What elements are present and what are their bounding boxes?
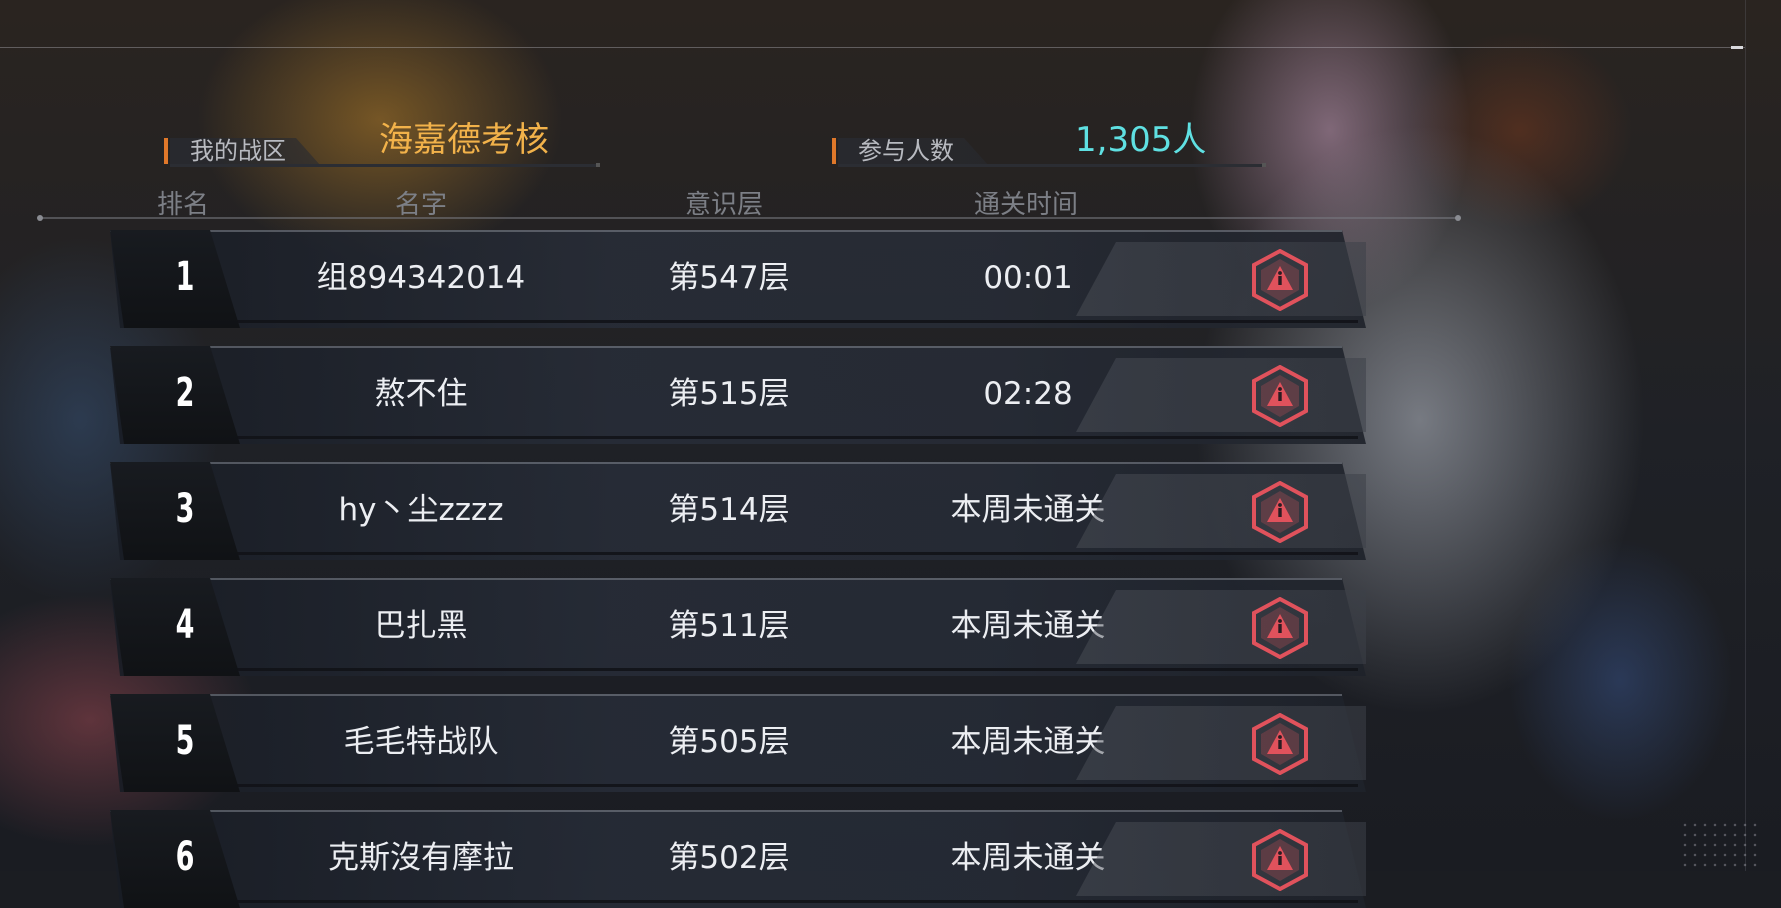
- row-top-rim: [110, 694, 1342, 696]
- clear-time: 本周未通关: [950, 840, 1106, 876]
- zone-info: 我的战区 海嘉德考核: [164, 120, 604, 167]
- rank-number: 3: [175, 486, 195, 532]
- zone-dot: [596, 163, 600, 167]
- clear-time: 02:28: [983, 376, 1073, 412]
- table-row[interactable]: 5 毛毛特战队 第505层 本周未通关: [110, 694, 1366, 792]
- player-name: 克斯沒有摩拉: [328, 840, 514, 876]
- row-plate: [1076, 822, 1366, 896]
- rank-number: 6: [175, 834, 195, 880]
- row-bottom-rim: [218, 900, 1358, 903]
- layer-value: 第511层: [668, 608, 790, 644]
- rank-number: 4: [175, 602, 195, 648]
- report-icon[interactable]: [1250, 712, 1310, 776]
- row-top-rim: [110, 346, 1342, 348]
- layer-value: 第502层: [668, 840, 790, 876]
- table-header: 排名 名字 意识层 通关时间: [0, 184, 1781, 220]
- player-name: 毛毛特战队: [343, 724, 499, 760]
- layer-value: 第505层: [668, 724, 790, 760]
- clear-time: 本周未通关: [950, 492, 1106, 528]
- participants-label: 参与人数: [838, 138, 988, 165]
- right-divider: [1745, 0, 1746, 871]
- row-top-rim: [110, 462, 1342, 464]
- clear-time: 本周未通关: [950, 724, 1106, 760]
- participants-underline: [838, 164, 1266, 167]
- row-top-rim: [110, 810, 1342, 812]
- row-bottom-rim: [218, 784, 1358, 787]
- header-rank: 排名: [156, 190, 210, 220]
- player-name: 熬不住: [374, 376, 468, 412]
- player-name: 组894342014: [316, 260, 526, 296]
- report-icon[interactable]: [1250, 248, 1310, 312]
- player-name: hy丶尘zzzz: [338, 492, 504, 528]
- header-divider: [40, 217, 1460, 219]
- zone-label: 我的战区: [170, 138, 320, 165]
- participants-dot: [1262, 163, 1266, 167]
- row-bottom-rim: [218, 668, 1358, 671]
- layer-value: 第547层: [668, 260, 790, 296]
- row-top-rim: [110, 578, 1342, 580]
- row-plate: [1076, 706, 1366, 780]
- row-plate: [1076, 590, 1366, 664]
- table-row[interactable]: 6 克斯沒有摩拉 第502层 本周未通关: [110, 810, 1366, 908]
- header-time: 通关时间: [973, 190, 1079, 220]
- row-plate: [1076, 242, 1366, 316]
- zone-tick: [164, 138, 168, 164]
- header-divider-right-dot: [1455, 215, 1461, 221]
- top-divider: [0, 47, 1745, 48]
- layer-value: 第515层: [668, 376, 790, 412]
- table-row[interactable]: 1 组894342014 第547层 00:01: [110, 230, 1366, 328]
- table-row[interactable]: 2 熬不住 第515层 02:28: [110, 346, 1366, 444]
- header-name: 名字: [394, 190, 448, 220]
- row-bottom-rim: [218, 552, 1358, 555]
- table-row[interactable]: 4 巴扎黑 第511层 本周未通关: [110, 578, 1366, 676]
- layer-value: 第514层: [668, 492, 790, 528]
- rank-number: 2: [175, 370, 195, 416]
- header-layer: 意识层: [684, 190, 764, 220]
- report-icon[interactable]: [1250, 364, 1310, 428]
- player-name: 巴扎黑: [374, 608, 468, 644]
- report-icon[interactable]: [1250, 596, 1310, 660]
- row-bottom-rim: [218, 436, 1358, 439]
- row-plate: [1076, 358, 1366, 432]
- participants-value: 1,305人: [1075, 120, 1207, 160]
- header-divider-left-dot: [37, 215, 43, 221]
- participants-tick: [832, 138, 836, 164]
- participants-info: 参与人数 1,305人: [832, 120, 1272, 167]
- row-bottom-rim: [218, 320, 1358, 323]
- clear-time: 本周未通关: [950, 608, 1106, 644]
- rank-number: 5: [175, 718, 195, 764]
- report-icon[interactable]: [1250, 480, 1310, 544]
- corner-decoration: [1680, 820, 1760, 870]
- row-plate: [1076, 474, 1366, 548]
- report-icon[interactable]: [1250, 828, 1310, 892]
- row-top-rim: [110, 230, 1342, 232]
- table-row[interactable]: 3 hy丶尘zzzz 第514层 本周未通关: [110, 462, 1366, 560]
- zone-underline: [170, 164, 600, 167]
- rank-number: 1: [175, 254, 195, 300]
- clear-time: 00:01: [983, 260, 1073, 296]
- top-divider-end: [1731, 46, 1743, 49]
- zone-value: 海嘉德考核: [379, 120, 549, 160]
